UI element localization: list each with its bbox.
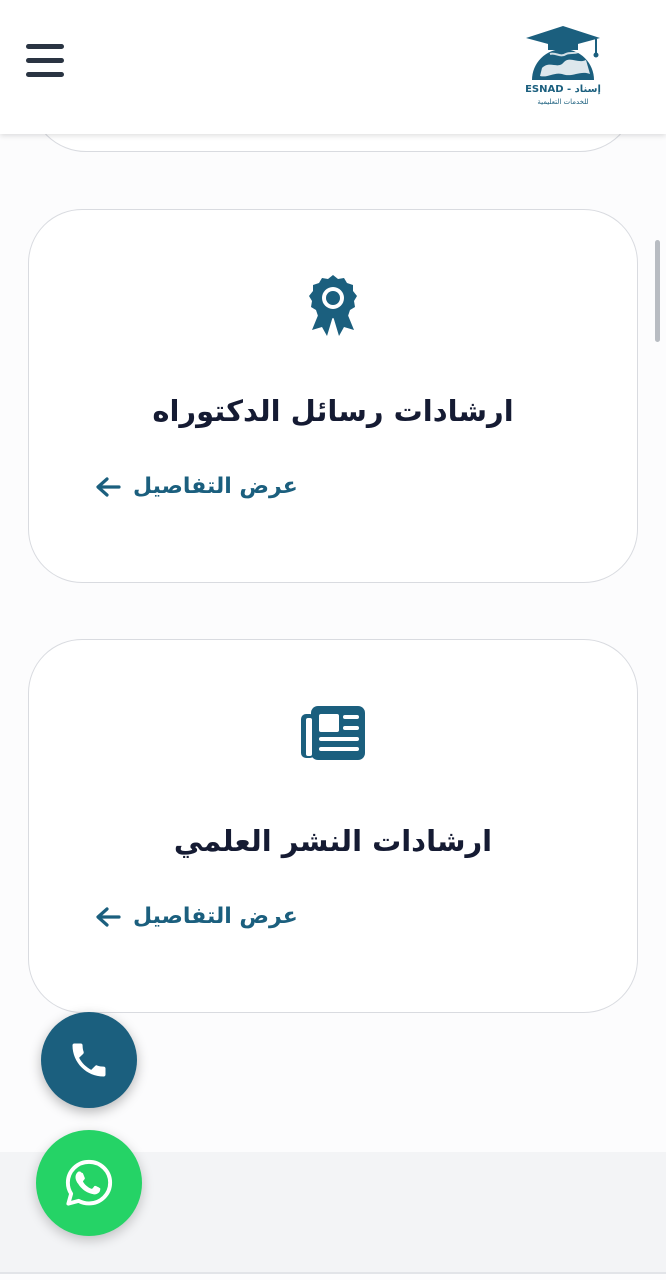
logo-tagline: للخدمات التعليمية [537, 98, 589, 106]
service-card-doctoral-guidance: ارشادات رسائل الدكتوراه عرض التفاصيل [28, 209, 638, 583]
footer-divider [0, 1272, 666, 1274]
newspaper-icon [301, 706, 365, 760]
card-title: ارشادات النشر العلمي [173, 824, 493, 858]
arrow-left-icon [96, 476, 121, 497]
graduation-cap-globe-icon [526, 26, 600, 80]
whatsapp-button[interactable] [36, 1130, 142, 1236]
view-details-link[interactable]: عرض التفاصيل [95, 904, 298, 929]
hamburger-menu-icon[interactable] [26, 44, 64, 78]
view-details-link[interactable]: عرض التفاصيل [95, 474, 298, 499]
site-logo[interactable]: ESNAD - إسناد للخدمات التعليمية [520, 24, 606, 110]
service-card-scientific-publishing: ارشادات النشر العلمي عرض التفاصيل [28, 639, 638, 1013]
logo-wordmark: ESNAD - إسناد [525, 84, 601, 95]
arrow-left-icon [96, 906, 121, 927]
whatsapp-icon [65, 1159, 113, 1206]
scrollbar-thumb[interactable] [655, 240, 660, 342]
view-details-label: عرض التفاصيل [133, 474, 298, 499]
view-details-label: عرض التفاصيل [133, 904, 298, 929]
site-header: ESNAD - إسناد للخدمات التعليمية [0, 0, 666, 134]
award-badge-icon [309, 275, 357, 336]
card-title: ارشادات رسائل الدكتوراه [152, 394, 514, 428]
phone-icon [72, 1043, 106, 1077]
call-button[interactable] [41, 1012, 137, 1108]
